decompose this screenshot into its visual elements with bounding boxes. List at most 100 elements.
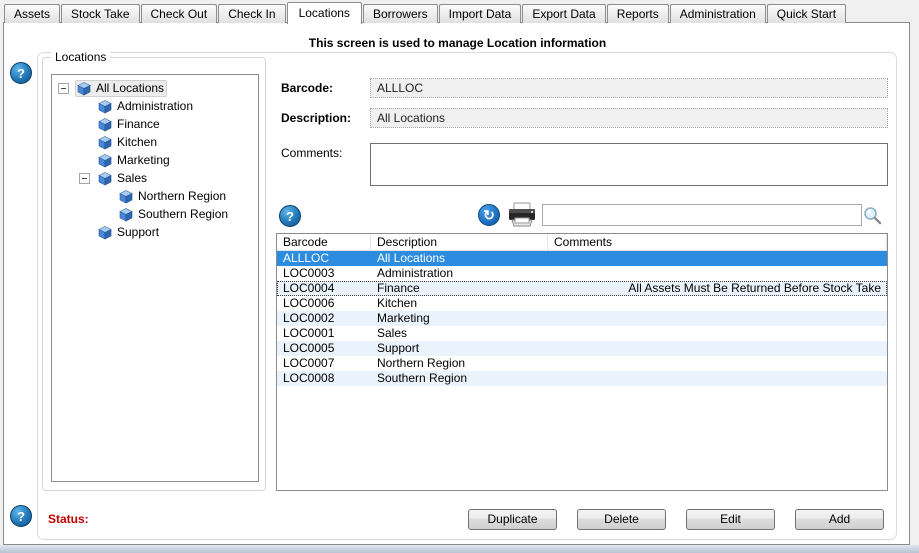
locations-table: Barcode Description Comments ALLLOC All … [276,233,888,491]
cell-description: All Locations [371,251,548,266]
tab-import-data[interactable]: Import Data [439,4,522,23]
table-row[interactable]: LOC0004 Finance All Assets Must Be Retur… [277,281,887,296]
comments-field[interactable] [370,143,888,186]
cell-comments [548,341,887,356]
locations-tree[interactable]: All Locations Administration Finance Kit… [51,74,259,482]
tree-item-support[interactable]: Support [52,223,258,241]
cell-description: Support [371,341,548,356]
cell-description: Marketing [371,311,548,326]
refresh-icon[interactable]: ↻ [478,204,500,226]
location-cube-icon [97,135,113,150]
delete-button[interactable]: Delete [577,509,666,530]
table-row[interactable]: LOC0008 Southern Region [277,371,887,386]
tree-item-label: Sales [117,171,147,185]
tree-item-label: Kitchen [117,135,157,149]
column-header-description[interactable]: Description [371,234,548,250]
cell-description: Finance [371,281,548,296]
table-header-row: Barcode Description Comments [277,234,887,251]
tab-check-in[interactable]: Check In [218,4,285,23]
help-icon[interactable]: ? [10,62,32,84]
duplicate-button[interactable]: Duplicate [468,509,557,530]
tree-item-label: Marketing [117,153,170,167]
tab-locations[interactable]: Locations [287,2,362,24]
table-row[interactable]: LOC0003 Administration [277,266,887,281]
search-icon[interactable] [862,205,883,229]
status-label: Status: [48,512,89,526]
barcode-label: Barcode: [281,81,333,95]
tree-item-marketing[interactable]: Marketing [52,151,258,169]
location-cube-icon [97,117,113,132]
cell-barcode: LOC0005 [277,341,371,356]
help-icon[interactable]: ? [10,505,32,527]
cell-comments [548,251,887,266]
tab-export-data[interactable]: Export Data [522,4,605,23]
tree-item-sales[interactable]: Sales [52,169,258,187]
cell-barcode: LOC0001 [277,326,371,341]
cell-description: Administration [371,266,548,281]
location-cube-icon [97,99,113,114]
cell-description: Northern Region [371,356,548,371]
cell-comments [548,266,887,281]
cell-comments [548,356,887,371]
tree-item-finance[interactable]: Finance [52,115,258,133]
tree-item-all-locations[interactable]: All Locations [52,79,258,97]
column-header-comments[interactable]: Comments [548,234,887,250]
cell-description: Sales [371,326,548,341]
printer-icon[interactable] [506,202,538,231]
search-input[interactable] [542,204,862,226]
location-cube-icon [97,225,113,240]
tree-item-northern-region[interactable]: Northern Region [52,187,258,205]
table-row[interactable]: LOC0006 Kitchen [277,296,887,311]
location-cube-icon [76,81,92,96]
cell-barcode: LOC0004 [277,281,371,296]
tab-quick-start[interactable]: Quick Start [767,4,846,23]
tree-item-southern-region[interactable]: Southern Region [52,205,258,223]
tab-check-out[interactable]: Check Out [141,4,218,23]
cell-comments: All Assets Must Be Returned Before Stock… [548,281,887,296]
tree-item-administration[interactable]: Administration [52,97,258,115]
cell-barcode: LOC0006 [277,296,371,311]
tab-stock-take[interactable]: Stock Take [61,4,139,23]
window-bottom-edge [0,545,919,553]
cell-comments [548,296,887,311]
location-cube-icon [118,189,134,204]
tree-item-label: Administration [117,99,193,113]
table-row[interactable]: LOC0001 Sales [277,326,887,341]
help-icon[interactable]: ? [279,205,301,227]
tab-reports[interactable]: Reports [607,4,669,23]
location-cube-icon [97,171,113,186]
cell-barcode: LOC0003 [277,266,371,281]
locations-groupbox: Locations All Locations Administration F… [42,57,266,491]
cell-barcode: LOC0007 [277,356,371,371]
tab-borrowers[interactable]: Borrowers [363,4,438,23]
location-cube-icon [97,153,113,168]
edit-button[interactable]: Edit [686,509,775,530]
locations-groupbox-label: Locations [51,50,110,64]
column-header-barcode[interactable]: Barcode [277,234,371,250]
table-row[interactable]: LOC0007 Northern Region [277,356,887,371]
cell-barcode: ALLLOC [277,251,371,266]
cell-barcode: LOC0002 [277,311,371,326]
table-row[interactable]: LOC0002 Marketing [277,311,887,326]
tree-item-label: Southern Region [138,207,228,221]
tab-administration[interactable]: Administration [670,4,766,23]
add-button[interactable]: Add [795,509,884,530]
page-instruction: This screen is used to manage Location i… [4,36,911,50]
collapse-expander-icon[interactable] [58,83,69,94]
cell-description: Kitchen [371,296,548,311]
tree-item-label: All Locations [96,81,164,95]
table-body: ALLLOC All Locations LOC0003 Administrat… [277,251,887,386]
description-field [370,108,888,128]
table-row[interactable]: LOC0005 Support [277,341,887,356]
collapse-expander-icon[interactable] [79,173,90,184]
tree-item-label: Finance [117,117,160,131]
table-row[interactable]: ALLLOC All Locations [277,251,887,266]
location-cube-icon [118,207,134,222]
tree-item-kitchen[interactable]: Kitchen [52,133,258,151]
cell-description: Southern Region [371,371,548,386]
comments-label: Comments: [281,146,342,160]
cell-comments [548,311,887,326]
tree-item-label: Support [117,225,159,239]
cell-comments [548,371,887,386]
tab-assets[interactable]: Assets [4,4,60,23]
